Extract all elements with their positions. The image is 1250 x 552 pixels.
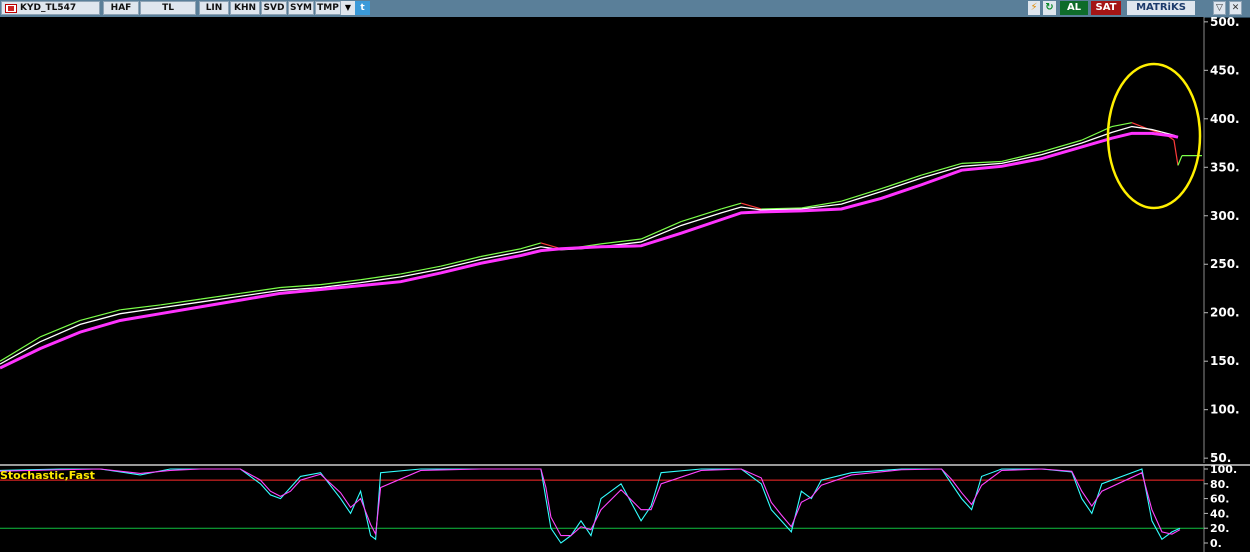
sell-button[interactable]: SAT	[1091, 1, 1121, 15]
price-y-tick-label: 100.	[1210, 403, 1240, 417]
collapse-icon[interactable]: ▽	[1213, 1, 1226, 15]
svd-button[interactable]: SVD	[261, 1, 287, 15]
stoch-y-tick-label: 80.	[1210, 478, 1230, 491]
stoch-y-tick-label: 40.	[1210, 507, 1230, 520]
tl-button[interactable]: TL	[140, 1, 196, 15]
price-y-tick-label: 350.	[1210, 160, 1240, 174]
stoch-pct-D-line	[0, 468, 1181, 537]
indicator-label: Stochastic,Fast	[0, 469, 95, 482]
stochastic-panel: 100. 80. 60.40. 20. 0.	[0, 463, 1250, 552]
symbol-selector[interactable]: KYD_TL547	[1, 1, 100, 15]
tmp-button[interactable]: TMP	[315, 1, 341, 15]
matriks-logo: MATRiKS	[1127, 1, 1195, 15]
stoch-y-tick-label: 60.	[1210, 493, 1230, 506]
price-y-tick-label: 200.	[1210, 306, 1240, 320]
stoch-y-tick-label: 100.	[1210, 463, 1237, 476]
price-y-tick-label: 450.	[1210, 63, 1240, 77]
price-y-tick-label: 250.	[1210, 257, 1240, 271]
price-y-tick-label: 500.	[1210, 17, 1240, 29]
buy-button[interactable]: AL	[1060, 1, 1088, 15]
price-y-tick-label: 400.	[1210, 112, 1240, 126]
lightning-icon[interactable]: ⚡	[1028, 1, 1040, 15]
khn-button[interactable]: KHN	[230, 1, 260, 15]
stoch-y-tick-label: 0.	[1210, 537, 1222, 550]
chart-toolbar: KYD_TL547 HAF TL LIN KHN SVD SYM TMP ▼ t…	[0, 0, 1250, 18]
sym-button[interactable]: SYM	[288, 1, 314, 15]
price-y-tick-label: 300.	[1210, 209, 1240, 223]
refresh-icon[interactable]: ↻	[1043, 1, 1056, 15]
flag-icon	[5, 4, 17, 13]
twitter-bird-icon[interactable]: t	[355, 1, 370, 15]
price-panel: 500.450.400.350.300.250.200.150.100.50.	[0, 17, 1240, 465]
close-icon[interactable]: ✕	[1229, 1, 1242, 15]
price-y-tick-label: 150.	[1210, 354, 1240, 368]
price-plot-background	[0, 17, 1204, 463]
lin-button[interactable]: LIN	[199, 1, 229, 15]
haf-button[interactable]: HAF	[103, 1, 139, 15]
chart-area[interactable]: 500.450.400.350.300.250.200.150.100.50. …	[0, 17, 1250, 552]
stoch-y-tick-label: 20.	[1210, 522, 1230, 535]
symbol-label: KYD_TL547	[20, 3, 77, 13]
dropdown-arrow-icon[interactable]: ▼	[341, 1, 355, 15]
